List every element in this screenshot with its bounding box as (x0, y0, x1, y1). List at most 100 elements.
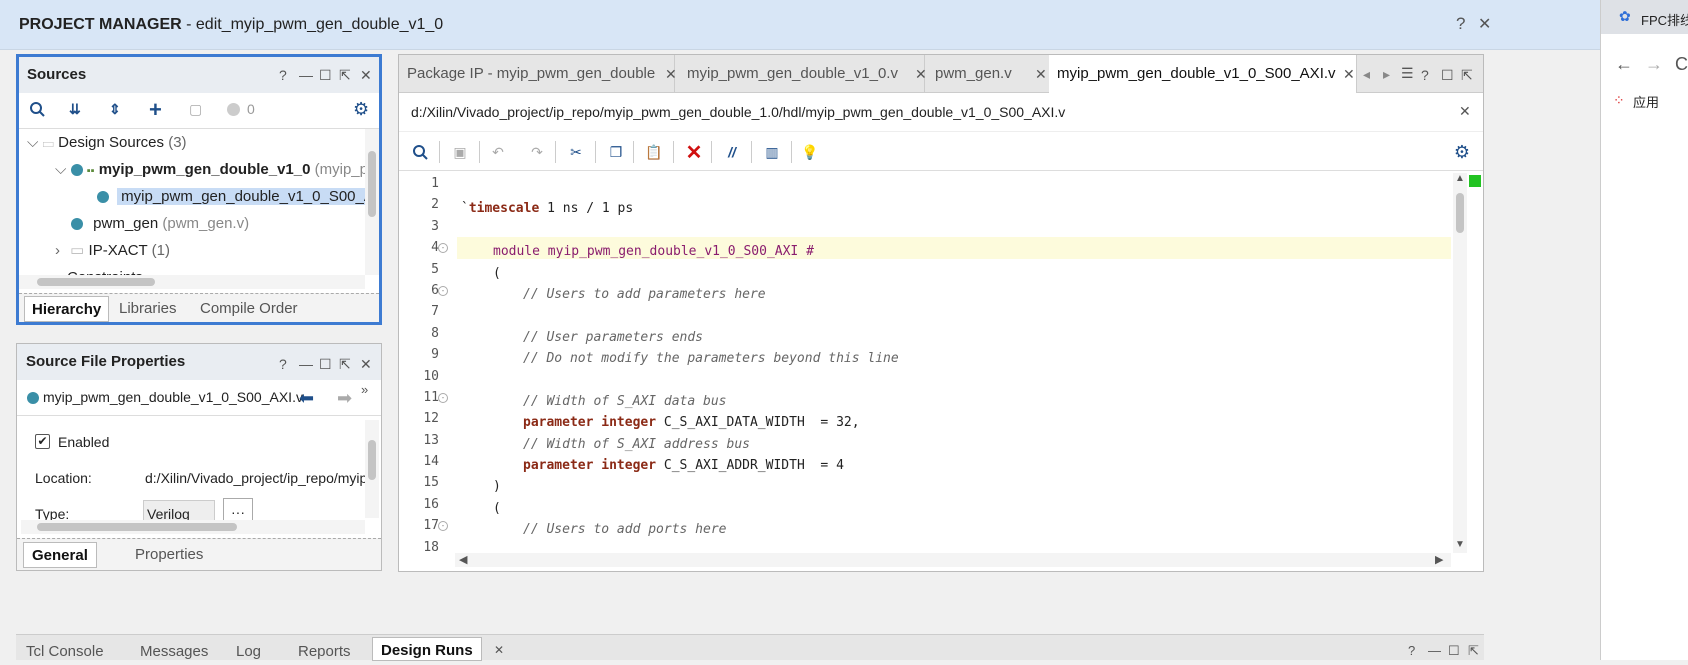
vertical-scrollbar[interactable] (365, 420, 379, 518)
delete-icon[interactable]: ✕ (681, 139, 707, 165)
vertical-scrollbar[interactable] (365, 129, 379, 275)
tab-list-icon[interactable]: ☰ (1401, 65, 1414, 82)
vertical-scrollbar[interactable]: ▲ ▼ (1453, 173, 1467, 553)
browser-tab[interactable]: ✿ FPC排线 (1601, 0, 1688, 34)
forward-icon[interactable]: → (1645, 54, 1663, 75)
float-icon[interactable]: ⇱ (1461, 67, 1473, 84)
help-icon[interactable]: ? (279, 67, 287, 83)
maximize-icon[interactable]: ☐ (1441, 67, 1454, 84)
source-dot-icon (70, 164, 83, 177)
scroll-right-icon[interactable]: ▸ (1383, 66, 1390, 83)
scroll-down-icon[interactable]: ▼ (1455, 539, 1465, 550)
copy-icon[interactable]: ❐ (603, 139, 629, 165)
tab-hierarchy[interactable]: Hierarchy (24, 296, 110, 322)
comment-toggle-icon[interactable]: // (719, 139, 745, 165)
fold-icon[interactable]: - (438, 393, 448, 403)
add-icon[interactable]: + (149, 97, 162, 123)
apps-grid-icon[interactable]: ⁘ (1613, 92, 1625, 109)
tree-row-top-module[interactable]: ⌵ ▪▪ myip_pwm_gen_double_v1_0 (myip_pwr (55, 156, 365, 184)
scroll-thumb[interactable] (1456, 193, 1464, 233)
paste-icon[interactable]: 📋 (641, 139, 667, 165)
tree-row-ipxact[interactable]: › ▭ IP-XACT (1) (55, 237, 170, 265)
help-icon[interactable]: ? (279, 356, 287, 372)
scroll-left-icon[interactable]: ◂ (1363, 66, 1370, 83)
collapse-all-icon[interactable]: ⇊ (69, 101, 81, 118)
gear-icon[interactable]: ⚙ (353, 99, 369, 120)
tab-reports[interactable]: Reports (298, 639, 351, 665)
properties-icon[interactable]: ▢ (189, 101, 202, 118)
enabled-checkbox[interactable]: ✔ (35, 434, 50, 449)
save-icon[interactable]: ▣ (447, 139, 473, 165)
search-icon[interactable] (29, 101, 45, 117)
tab-properties[interactable]: Properties (135, 542, 203, 568)
close-icon[interactable]: ✕ (1478, 14, 1491, 34)
back-arrow-icon[interactable]: ⬅ (299, 388, 314, 409)
fold-icon[interactable]: - (438, 286, 448, 296)
tab-design-runs[interactable]: Design Runs (372, 637, 482, 661)
close-icon[interactable]: ✕ (360, 356, 372, 373)
code-editor[interactable]: 1 2 3 4 5 6 7 8 9 10 11 12 13 14 15 16 1… (403, 173, 1451, 553)
forward-arrow-icon[interactable]: ➡ (337, 388, 352, 409)
close-icon[interactable]: ✕ (1343, 66, 1355, 83)
tab-compile-order[interactable]: Compile Order (200, 296, 298, 322)
close-icon[interactable]: ✕ (915, 66, 927, 83)
undo-icon[interactable]: ↶ (485, 139, 511, 165)
close-icon[interactable]: ✕ (665, 66, 677, 83)
tab-s00-axi[interactable]: myip_pwm_gen_double_v1_0_S00_AXI.v (1049, 55, 1357, 93)
tab-package-ip[interactable]: Package IP - myip_pwm_gen_double (399, 55, 675, 93)
expand-all-icon[interactable]: ⇕ (109, 101, 121, 118)
tree-row-child-module[interactable]: myip_pwm_gen_double_v1_0_S00_AXI_ (97, 183, 365, 211)
horizontal-scrollbar[interactable]: ◀ ▶ (455, 553, 1451, 567)
close-icon[interactable]: ✕ (1035, 66, 1047, 83)
back-icon[interactable]: ← (1615, 54, 1633, 75)
search-icon[interactable] (407, 139, 433, 165)
fold-icon[interactable]: - (438, 243, 448, 253)
tree-row-pwm-gen[interactable]: pwm_gen (pwm_gen.v) (71, 210, 249, 238)
close-icon[interactable]: ✕ (1459, 103, 1471, 120)
help-icon[interactable]: ? (1421, 67, 1429, 83)
gear-icon[interactable]: ⚙ (1449, 139, 1475, 165)
tab-myip-v[interactable]: myip_pwm_gen_double_v1_0.v (679, 55, 925, 93)
tab-log[interactable]: Log (236, 639, 261, 665)
apps-label[interactable]: 应用 (1633, 92, 1659, 111)
scroll-left-icon[interactable]: ◀ (459, 553, 467, 566)
redo-icon[interactable]: ↷ (524, 139, 550, 165)
close-icon[interactable]: ✕ (360, 67, 372, 84)
float-icon[interactable]: ⇱ (339, 67, 351, 84)
chevron-down-icon[interactable]: ⌵ (27, 134, 38, 151)
overflow-icon[interactable]: » (361, 382, 368, 397)
maximize-icon[interactable]: ☐ (319, 67, 332, 84)
scroll-thumb[interactable] (37, 523, 237, 531)
maximize-icon[interactable]: ☐ (319, 356, 332, 373)
scroll-right-icon[interactable]: ▶ (1435, 553, 1443, 566)
type-more-button[interactable]: ··· (223, 498, 253, 520)
tab-tcl-console[interactable]: Tcl Console (26, 639, 104, 665)
scroll-up-icon[interactable]: ▲ (1455, 173, 1465, 184)
close-icon[interactable]: ✕ (494, 643, 504, 657)
scroll-thumb[interactable] (368, 440, 376, 480)
scroll-thumb[interactable] (37, 278, 155, 286)
tab-general[interactable]: General (23, 542, 97, 568)
minimize-icon[interactable]: — (299, 356, 313, 372)
lightbulb-icon[interactable]: 💡 (797, 139, 823, 165)
tab-libraries[interactable]: Libraries (119, 296, 177, 322)
fold-icon[interactable]: - (438, 521, 448, 531)
tree-row-design-sources[interactable]: ⌵ ▭ Design Sources (3) (27, 129, 187, 157)
column-select-icon[interactable]: ▥ (759, 139, 785, 165)
help-icon[interactable]: ? (1408, 643, 1415, 658)
tab-pwm-gen[interactable]: pwm_gen.v (927, 55, 1051, 93)
float-icon[interactable]: ⇱ (1468, 643, 1479, 659)
minimize-icon[interactable]: — (1428, 643, 1441, 658)
maximize-icon[interactable]: ☐ (1448, 643, 1460, 659)
chevron-down-icon[interactable]: ⌵ (55, 161, 66, 178)
cut-icon[interactable]: ✂ (563, 139, 589, 165)
scroll-thumb[interactable] (368, 151, 376, 217)
tab-messages[interactable]: Messages (140, 639, 208, 665)
horizontal-scrollbar[interactable] (21, 520, 365, 534)
help-icon[interactable]: ? (1456, 14, 1465, 34)
chevron-right-icon[interactable]: › (55, 242, 60, 259)
minimize-icon[interactable]: — (299, 67, 313, 83)
horizontal-scrollbar[interactable] (19, 275, 365, 289)
float-icon[interactable]: ⇱ (339, 356, 351, 373)
reload-icon[interactable]: C (1675, 54, 1688, 75)
